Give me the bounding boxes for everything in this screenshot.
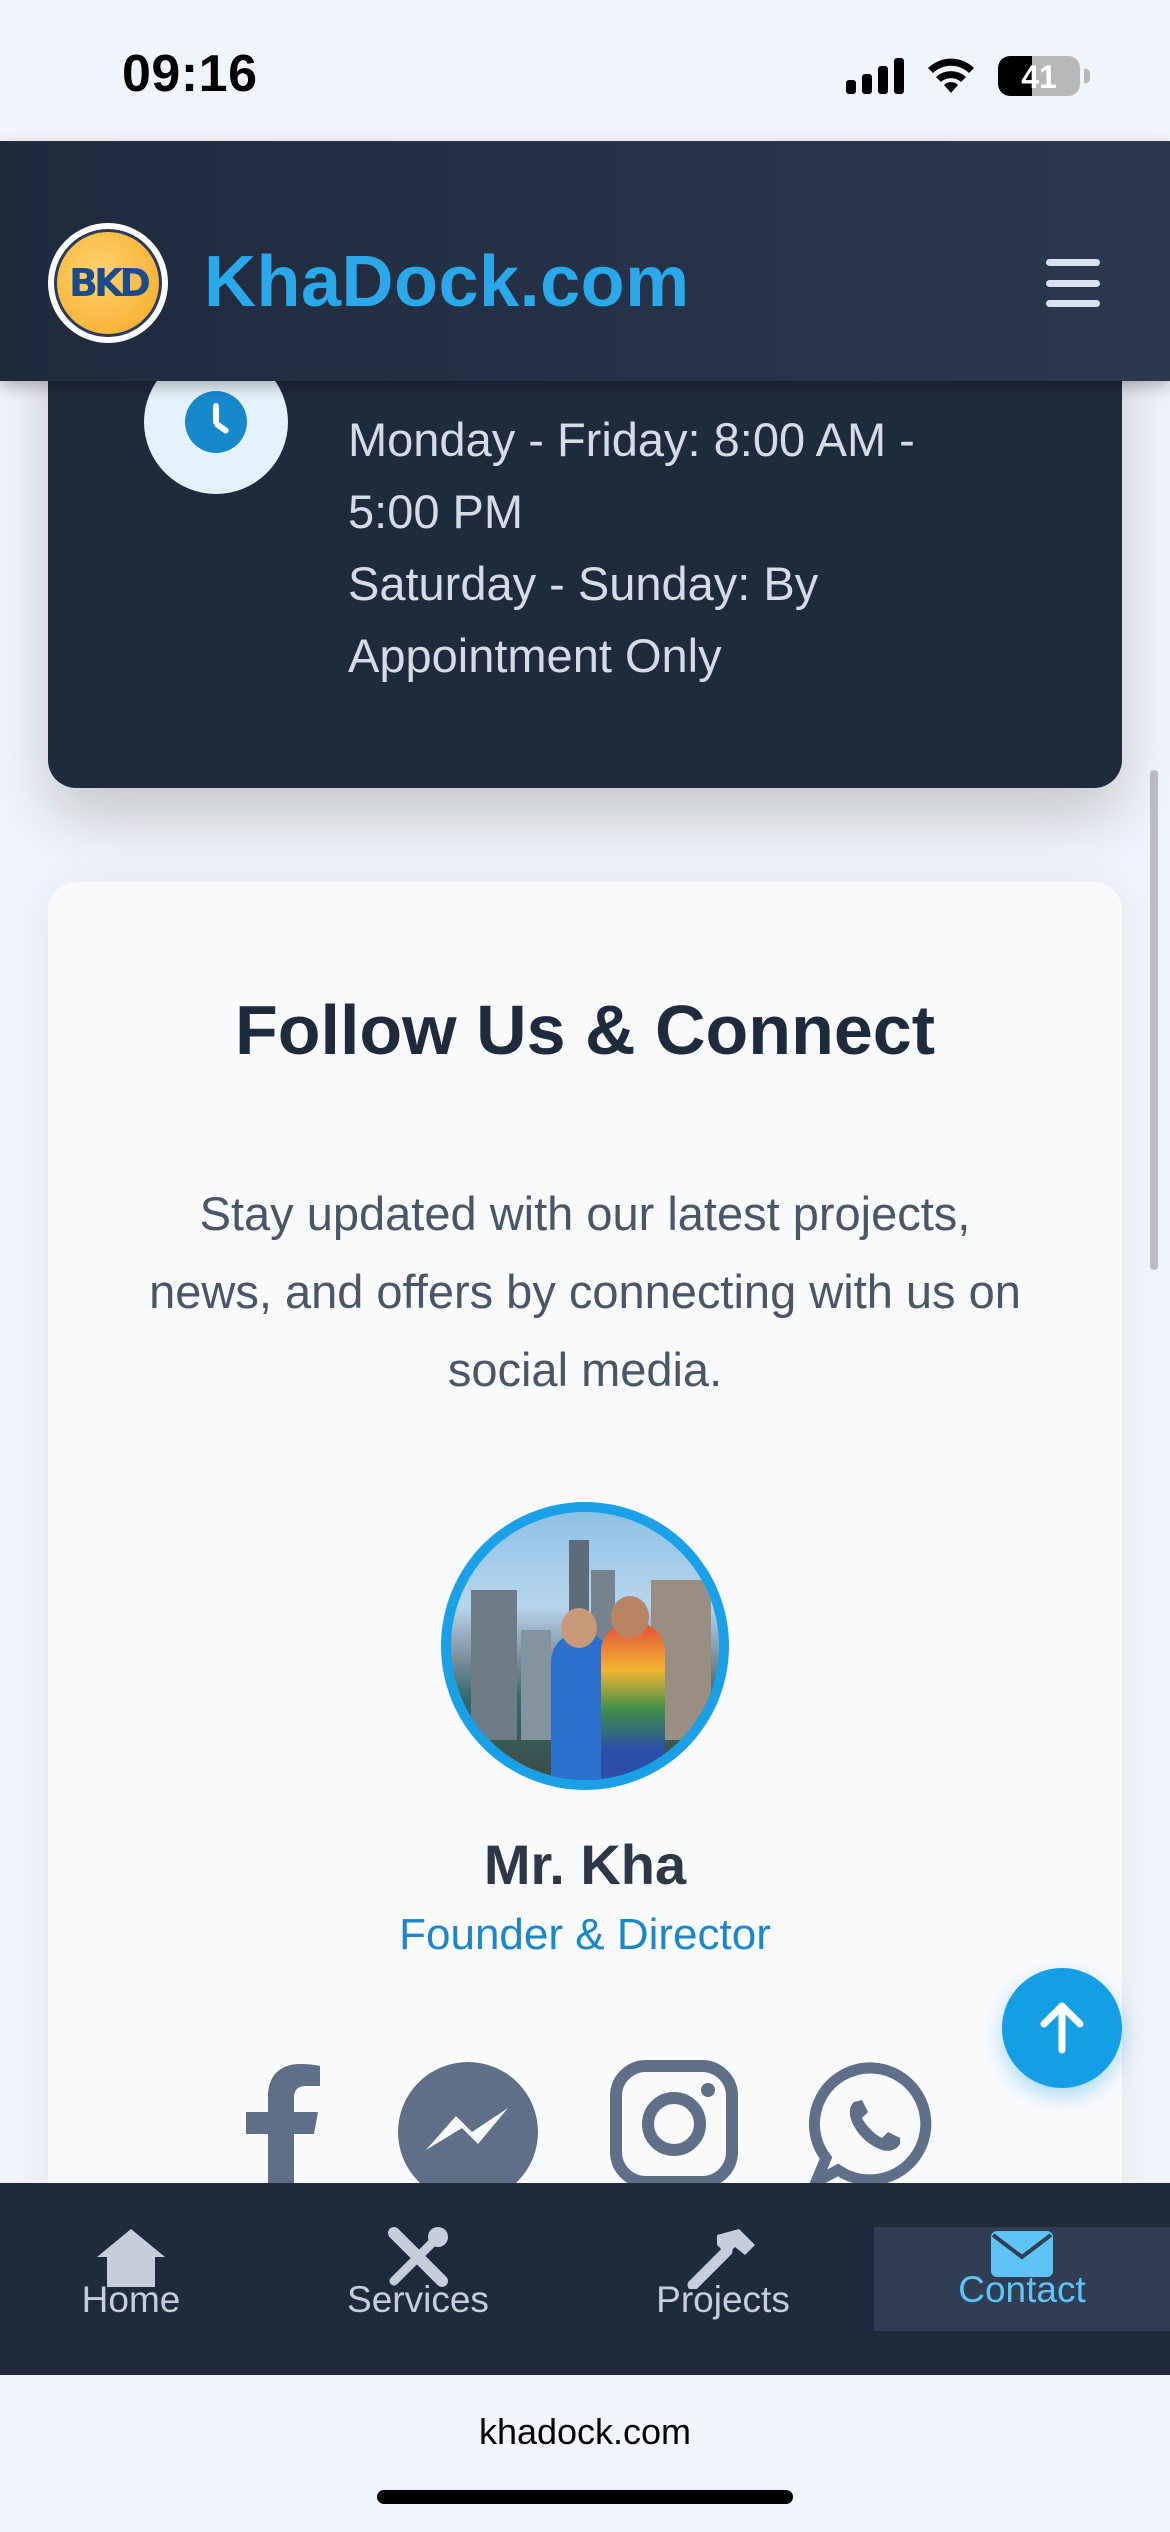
site-logo[interactable]: BKD bbox=[48, 223, 168, 343]
whatsapp-icon[interactable] bbox=[808, 2060, 938, 2190]
business-hours-text: Monday - Friday: 8:00 AM - 5:00 PM Satur… bbox=[348, 404, 1048, 692]
person-name: Mr. Kha bbox=[483, 1833, 687, 1896]
social-links bbox=[0, 2060, 1170, 2202]
hours-line: Saturday - Sunday: By bbox=[348, 557, 819, 610]
nav-label-contact: Contact bbox=[958, 2269, 1086, 2310]
hours-line: Appointment Only bbox=[348, 629, 722, 682]
follow-description: Stay updated with our latest projects, n… bbox=[149, 1187, 1021, 1396]
founder-photo bbox=[451, 1512, 719, 1780]
home-indicator[interactable] bbox=[377, 2490, 793, 2504]
nav-label-projects: Projects bbox=[656, 2279, 790, 2320]
browser-url-bar[interactable]: khadock.com bbox=[0, 2375, 1170, 2532]
brand-name[interactable]: KhaDock.com bbox=[204, 241, 690, 323]
site-header: BKD KhaDock.com bbox=[0, 141, 1170, 381]
avatar bbox=[441, 1502, 729, 1790]
nav-item-services[interactable]: Services bbox=[320, 2183, 516, 2375]
instagram-icon[interactable] bbox=[610, 2060, 738, 2188]
person-role: Founder & Director bbox=[399, 1910, 771, 1959]
battery-nub bbox=[1084, 69, 1090, 83]
signal-icon bbox=[846, 58, 904, 94]
logo-mark: BKD bbox=[54, 229, 162, 337]
hamburger-icon[interactable] bbox=[1046, 259, 1100, 307]
battery-icon: 41 bbox=[998, 56, 1080, 96]
scroll-top-button[interactable] bbox=[1002, 1968, 1122, 2088]
status-icons: 41 bbox=[846, 56, 1090, 96]
nav-label-services: Services bbox=[347, 2279, 489, 2320]
nav-label-home: Home bbox=[81, 2279, 181, 2320]
arrow-up-icon bbox=[1040, 2002, 1084, 2054]
status-bar: 09:16 41 bbox=[0, 0, 1170, 141]
battery-level: 41 bbox=[1021, 59, 1057, 95]
nav-item-home[interactable]: Home bbox=[40, 2183, 222, 2375]
url-text[interactable]: khadock.com bbox=[0, 2411, 1170, 2453]
nav-item-projects[interactable]: Projects bbox=[620, 2183, 826, 2375]
bottom-nav: Home Services Projects Contact bbox=[0, 2183, 1170, 2375]
nav-item-contact[interactable]: Contact bbox=[874, 2227, 1170, 2331]
wifi-icon bbox=[928, 58, 974, 93]
facebook-icon[interactable] bbox=[232, 2060, 328, 2190]
hours-line: 5:00 PM bbox=[348, 485, 524, 538]
hours-line: Monday - Friday: 8:00 AM - bbox=[348, 413, 915, 466]
status-time: 09:16 bbox=[122, 45, 258, 103]
follow-title: Follow Us & Connect bbox=[235, 991, 935, 1069]
